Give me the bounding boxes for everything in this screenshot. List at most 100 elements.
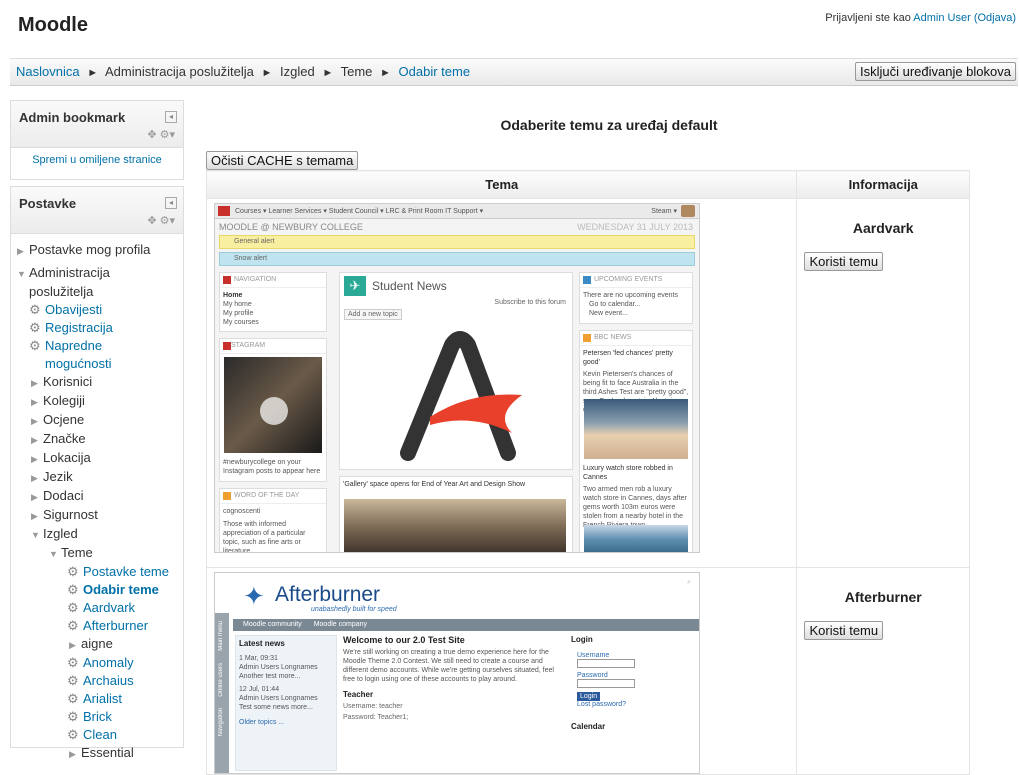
toggle-block-editing-button[interactable]: Isključi uređivanje blokova — [854, 62, 1016, 81]
gear-icon: ⚙ — [67, 600, 79, 615]
tree-item-clean[interactable]: ⚙ Clean — [17, 726, 183, 744]
preview-news-title: Student News — [372, 279, 447, 293]
preview-snow-alert: Snow alert — [219, 252, 695, 266]
tree-item-my-profile[interactable]: ▶ Postavke mog profila — [17, 241, 183, 260]
tree-item-label[interactable]: Arialist — [83, 691, 122, 706]
gear-icon: ⚙ — [29, 320, 41, 335]
tree-item-label[interactable]: Postavke teme — [83, 564, 169, 579]
tree-item-label[interactable]: Clean — [83, 727, 117, 742]
tree-item-label[interactable]: Registracija — [45, 320, 113, 335]
preview-events-block: UPCOMING EVENTS There are no upcoming ev… — [579, 272, 693, 324]
clear-theme-cache-button[interactable]: Očisti CACHE s temama — [206, 151, 359, 170]
login-button: Login — [577, 692, 601, 701]
breadcrumb-home[interactable]: Naslovnica — [16, 64, 80, 79]
tree-item-label: poslužitelja — [29, 284, 94, 299]
tree-item-notifications[interactable]: ⚙ Obavijesti — [17, 301, 183, 319]
gear-icon: ⚙ — [67, 564, 79, 579]
tree-item-essential[interactable]: ▶ Essential — [17, 744, 183, 763]
block-controls[interactable]: ✥ ⚙▾ — [147, 214, 175, 227]
breadcrumb-themes[interactable]: Teme — [341, 64, 373, 79]
teacher-password: Password: Teacher1; — [343, 714, 409, 721]
welcome-title: Welcome to our 2.0 Test Site — [343, 635, 465, 645]
news-list: 1 Mar, 09:31 Admin Users Longnames Anoth… — [236, 651, 336, 730]
tree-item-courses[interactable]: ▶ Kolegiji — [17, 392, 183, 411]
tree-item-aardvark[interactable]: ⚙ Aardvark — [17, 599, 183, 617]
tree-item-theme-settings[interactable]: ⚙ Postavke teme — [17, 563, 183, 581]
preview-events-body: There are no upcoming events Go to calen… — [580, 288, 692, 321]
tree-item-arialist[interactable]: ⚙ Arialist — [17, 690, 183, 708]
preview-student-news: ✈ Student News Subscribe to this forum A… — [339, 272, 573, 470]
tree-item-badges[interactable]: ▶ Značke — [17, 430, 183, 449]
login-user-link[interactable]: Admin User — [913, 12, 970, 24]
preview-word-body: cognoscenti Those with informed apprecia… — [220, 504, 326, 552]
preview-navigation-block: NAVIGATION Home My home My profile My co… — [219, 272, 327, 332]
column-header-info: Informacija — [796, 170, 970, 199]
preview-bbc-body-2: Luxury watch store robbed in Cannes Two … — [580, 461, 692, 533]
megaphone-icon: ✈ — [344, 276, 366, 296]
move-icon[interactable]: ✥ — [147, 215, 156, 227]
dock-icon[interactable]: ◂ — [165, 111, 177, 123]
breadcrumb-appearance[interactable]: Izgled — [280, 64, 315, 79]
breadcrumb-admin[interactable]: Administracija poslužitelja — [105, 64, 254, 79]
breadcrumb-separator: ► — [261, 67, 273, 79]
dock-icon[interactable]: ◂ — [165, 197, 177, 209]
afterburner-nav: Moodle community Moodle company — [233, 619, 699, 631]
settings-block: Postavke ◂ ✥ ⚙▾ ▶ Postavke mog profila ▼ A… — [10, 186, 184, 760]
block-controls[interactable]: ✥ ⚙▾ — [147, 128, 175, 141]
tree-item-label[interactable]: mogućnosti — [45, 356, 111, 371]
expanded-arrow-icon: ▼ — [31, 530, 40, 540]
theme-table: Tema Informacija Courses ▾ Learner Servi… — [205, 170, 970, 775]
tree-item-label[interactable]: Archaius — [83, 673, 134, 688]
preview-nav-item: My profile — [223, 310, 254, 317]
tree-item-security[interactable]: ▶ Sigurnost — [17, 506, 183, 525]
gear-icon[interactable]: ⚙▾ — [160, 129, 175, 141]
tree-item-themes[interactable]: ▼ Teme — [17, 544, 183, 563]
tree-item-label[interactable]: Brick — [83, 709, 112, 724]
tree-item-theme-selector[interactable]: ⚙ Odabir teme — [17, 581, 183, 599]
tree-item-registration[interactable]: ⚙ Registracija — [17, 319, 183, 337]
logout-link[interactable]: (Odjava) — [974, 12, 1016, 24]
tree-item-appearance[interactable]: ▼ Izgled — [17, 525, 183, 544]
block-title: Postavke — [19, 196, 77, 211]
aardvark-preview[interactable]: Courses ▾ Learner Services ▾ Student Cou… — [214, 203, 700, 553]
tree-item-label[interactable]: Napredne — [45, 338, 102, 353]
tree-item-label[interactable]: Anomaly — [83, 655, 134, 670]
older-topics-link: Older topics ... — [239, 719, 285, 726]
tree-item-archaius[interactable]: ⚙ Archaius — [17, 672, 183, 690]
tree-item-grades[interactable]: ▶ Ocjene — [17, 411, 183, 430]
afterburner-preview[interactable]: ✦ Afterburner unabashedly built for spee… — [214, 572, 700, 774]
tree-item-anomaly[interactable]: ⚙ Anomaly — [17, 654, 183, 672]
preview-block-title: INSTAGRAM — [220, 339, 326, 354]
tree-item-advanced-features-cont[interactable]: mogućnosti — [17, 355, 183, 373]
gear-icon[interactable]: ⚙▾ — [160, 215, 175, 227]
tree-item-label[interactable]: Odabir teme — [83, 582, 159, 597]
avatar — [681, 205, 695, 217]
preview-bbc-headline: Petersen 'fed chances' pretty good' — [583, 350, 673, 366]
tree-item-plugins[interactable]: ▶ Dodaci — [17, 487, 183, 506]
tree-item-brick[interactable]: ⚙ Brick — [17, 708, 183, 726]
move-icon[interactable]: ✥ — [147, 129, 156, 141]
gear-icon: ⚙ — [67, 618, 79, 633]
breadcrumb-theme-selector[interactable]: Odabir teme — [399, 64, 471, 79]
preview-topbar: Courses ▾ Learner Services ▾ Student Cou… — [215, 204, 699, 219]
bookmark-page-link[interactable]: Spremi u omiljene stranice — [11, 148, 183, 166]
tree-item-site-admin[interactable]: ▼ Administracija — [17, 264, 183, 283]
tree-item-language[interactable]: ▶ Jezik — [17, 468, 183, 487]
tree-item-users[interactable]: ▶ Korisnici — [17, 373, 183, 392]
preview-general-alert: General alert — [219, 235, 695, 249]
use-theme-button[interactable]: Koristi temu — [804, 252, 884, 271]
gear-icon: ⚙ — [67, 691, 79, 706]
tree-item-afterburner[interactable]: ⚙ Afterburner — [17, 617, 183, 635]
tree-item-label[interactable]: Obavijesti — [45, 302, 102, 317]
tree-item-aigne[interactable]: ▶ aigne — [17, 635, 183, 654]
use-theme-button[interactable]: Koristi temu — [804, 621, 884, 640]
preview-bbc-text: Two armed men rob a luxury watch store i… — [583, 486, 687, 529]
preview-gallery-title: 'Gallery' space opens for End of Year Ar… — [343, 481, 526, 488]
tree-item-location[interactable]: ▶ Lokacija — [17, 449, 183, 468]
preview-nav-list: Home My home My profile My courses — [220, 288, 326, 330]
tree-item-advanced-features[interactable]: ⚙ Napredne — [17, 337, 183, 355]
theme-info-cell: Aardvark Koristi temu — [796, 198, 970, 568]
tree-item-label[interactable]: Aardvark — [83, 600, 135, 615]
tree-item-label[interactable]: Afterburner — [83, 618, 148, 633]
preview-cricket-image — [584, 399, 688, 459]
